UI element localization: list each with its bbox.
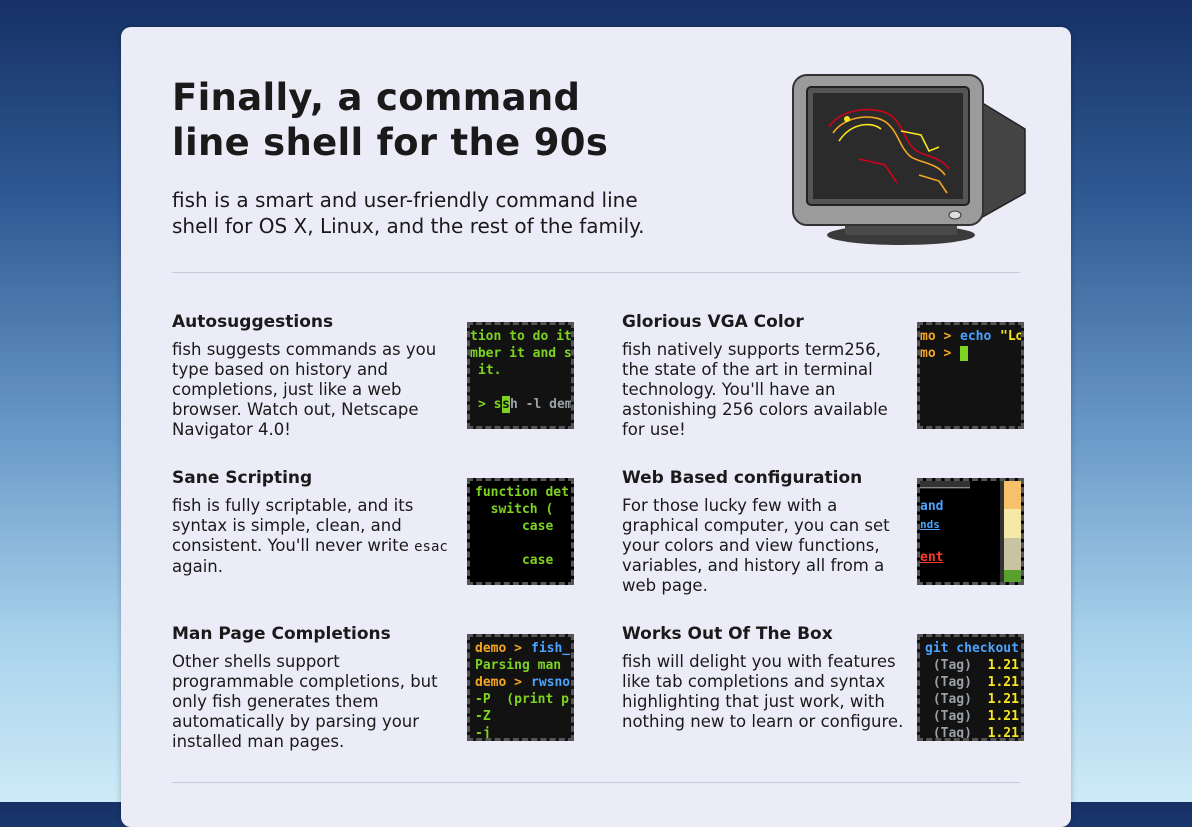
tag-version: 1.21 <box>987 658 1019 673</box>
thumb-line: it. <box>478 363 502 378</box>
feature-man-page-completions: Man Page Completions Other shells suppor… <box>172 623 584 753</box>
thumb-line: fish_ <box>531 641 571 656</box>
thumb-line: -P (print p <box>475 692 569 707</box>
feature-description: For those lucky few with a graphical com… <box>622 496 890 595</box>
thumb-line: case <box>475 553 554 568</box>
thumb-line: switch ( <box>475 502 554 517</box>
thumb-line: ent <box>920 550 944 565</box>
esac-code: esac <box>414 539 448 555</box>
feature-vga-color: Glorious VGA Color fish natively support… <box>622 311 1034 441</box>
cursor <box>960 346 968 361</box>
tagline: fish is a smart and user-friendly comman… <box>172 187 712 239</box>
divider-bottom <box>172 782 1020 783</box>
web-config-screenshot: and nds ent <box>917 478 1024 585</box>
feature-title: Web Based configuration <box>622 468 863 488</box>
feature-sane-scripting: Sane Scripting fish is fully scriptable,… <box>172 467 584 597</box>
thumb-line: -j ( <box>475 726 574 741</box>
feature-title: Sane Scripting <box>172 468 313 488</box>
feature-description: fish will delight you with features like… <box>622 652 904 731</box>
feature-title: Works Out Of The Box <box>622 624 833 644</box>
description-text: again. <box>172 557 223 576</box>
tag-version: 1.21 <box>987 675 1019 690</box>
page-title-line1: Finally, a command <box>172 76 581 119</box>
thumb-line: (Tag) 1.21 <box>925 692 1019 707</box>
thumb-line: (Tag) 1.21 <box>925 658 1019 673</box>
thumb-line: git checkout <box>925 641 1019 656</box>
thumb-line: mo > <box>920 329 960 344</box>
divider-top <box>172 272 1020 273</box>
thumb-line: echo <box>960 329 1000 344</box>
swatch-yellow <box>1004 509 1021 538</box>
tag-version: 1.21 <box>987 692 1019 707</box>
thumb-line: demo > <box>475 675 530 690</box>
feature-web-config: Web Based configuration For those lucky … <box>622 467 1034 597</box>
scripting-screenshot: function det switch ( case case <box>467 478 574 585</box>
thumb-line: mo > <box>920 346 960 361</box>
thumb-line: h -l dem <box>510 397 573 412</box>
tag-version: 1.21 <box>987 726 1019 741</box>
thumb-line: demo > <box>475 641 530 656</box>
page-title: Finally, a command line shell for the 90… <box>172 75 732 165</box>
swatch-khaki <box>1004 538 1021 570</box>
man-completions-screenshot: demo > fish_ Parsing man demo > rwsno -P… <box>467 634 574 741</box>
thumb-line: and <box>920 499 944 514</box>
feature-description: fish natively supports term256, the stat… <box>622 340 888 439</box>
thumb-line: function det <box>475 485 569 500</box>
thumb-line: > s <box>478 397 502 412</box>
feature-description: fish is fully scriptable, and its syntax… <box>172 496 454 577</box>
thumb-line: mber it and s <box>470 346 572 361</box>
feature-works-out-of-box: Works Out Of The Box fish will delight y… <box>622 623 1034 753</box>
thumb-line: (Tag) 1.21 <box>925 709 1019 724</box>
crt-monitor-illustration <box>792 74 1026 245</box>
thumb-line: "Lo <box>1000 329 1024 344</box>
thumb-line: tion to do it <box>470 329 572 344</box>
autosuggestions-screenshot: tion to do it mber it and s it. > s s h … <box>467 322 574 429</box>
tag-version: 1.21 <box>987 709 1019 724</box>
vga-color-screenshot: mo > echo "Lo mo > <box>917 322 1024 429</box>
thumb-line: (Tag) 1.21 <box>925 675 1019 690</box>
feature-title: Glorious VGA Color <box>622 312 804 332</box>
thumb-line: nds <box>920 518 940 531</box>
thumb-line: rwsno <box>531 675 571 690</box>
tagline-line1: fish is a smart and user-friendly comman… <box>172 188 638 212</box>
swatch-green <box>1004 570 1021 582</box>
panel-rule <box>920 487 970 488</box>
feature-description: Other shells support programmable comple… <box>172 652 438 751</box>
main-card: Finally, a command line shell for the 90… <box>121 27 1071 827</box>
feature-title: Man Page Completions <box>172 624 391 644</box>
feature-description: fish suggests commands as you type based… <box>172 340 437 439</box>
description-text: fish is fully scriptable, and its syntax… <box>172 496 415 555</box>
thumb-line: (Tag) 1.21 <box>925 726 1019 741</box>
cursor: s <box>502 396 510 413</box>
tab-completion-screenshot: git checkout (Tag) 1.21 (Tag) 1.21 (Tag)… <box>917 634 1024 741</box>
thumb-line: Parsing man <box>475 658 562 673</box>
swatch-orange <box>1004 481 1021 509</box>
thumb-line: case <box>475 519 554 534</box>
thumb-line: -Z <box>475 709 491 724</box>
feature-title: Autosuggestions <box>172 312 334 332</box>
tagline-line2: shell for OS X, Linux, and the rest of t… <box>172 214 645 238</box>
feature-autosuggestions: Autosuggestions fish suggests commands a… <box>172 311 584 441</box>
page-title-line2: line shell for the 90s <box>172 121 609 164</box>
